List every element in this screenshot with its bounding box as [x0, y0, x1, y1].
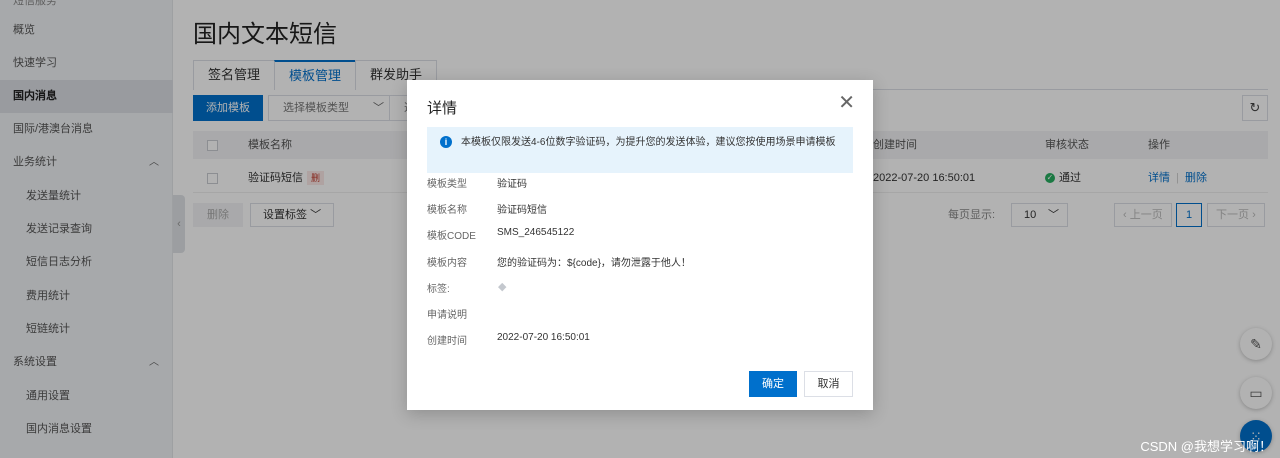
confirm-button[interactable]: 确定: [749, 371, 797, 397]
field-label-description: 申请说明: [427, 310, 467, 321]
detail-dialog: 详情 ✕ i 本模板仅限发送4-6位数字验证码，为提升您的发送体验，建议您按使用…: [407, 80, 873, 410]
close-icon: ✕: [838, 92, 855, 114]
tag-icon: ◆: [498, 281, 507, 293]
dialog-title: 详情: [427, 100, 458, 117]
field-label-tags: 标签:: [427, 284, 450, 295]
field-label-content: 模板内容: [427, 258, 467, 269]
field-label-name: 模板名称: [427, 205, 467, 216]
close-button[interactable]: ✕: [838, 93, 855, 113]
field-value-created: 2022-07-20 16:50:01: [497, 332, 590, 343]
notice-text: 本模板仅限发送4-6位数字验证码，为提升您的发送体验，建议您按使用场景申请模板: [461, 137, 836, 148]
field-value-code: SMS_246545122: [497, 227, 575, 238]
watermark: CSDN @我想学习啊！: [1140, 439, 1272, 454]
info-icon: i: [440, 136, 452, 148]
field-value-type: 验证码: [497, 179, 527, 190]
field-value-content: 您的验证码为：${code}，请勿泄露于他人！: [497, 258, 691, 269]
field-label-code: 模板CODE: [427, 231, 476, 242]
info-notice: i 本模板仅限发送4-6位数字验证码，为提升您的发送体验，建议您按使用场景申请模…: [427, 127, 853, 173]
field-value-name: 验证码短信: [497, 205, 547, 216]
field-label-created: 创建时间: [427, 336, 467, 347]
field-label-type: 模板类型: [427, 179, 467, 190]
cancel-button[interactable]: 取消: [804, 371, 853, 397]
